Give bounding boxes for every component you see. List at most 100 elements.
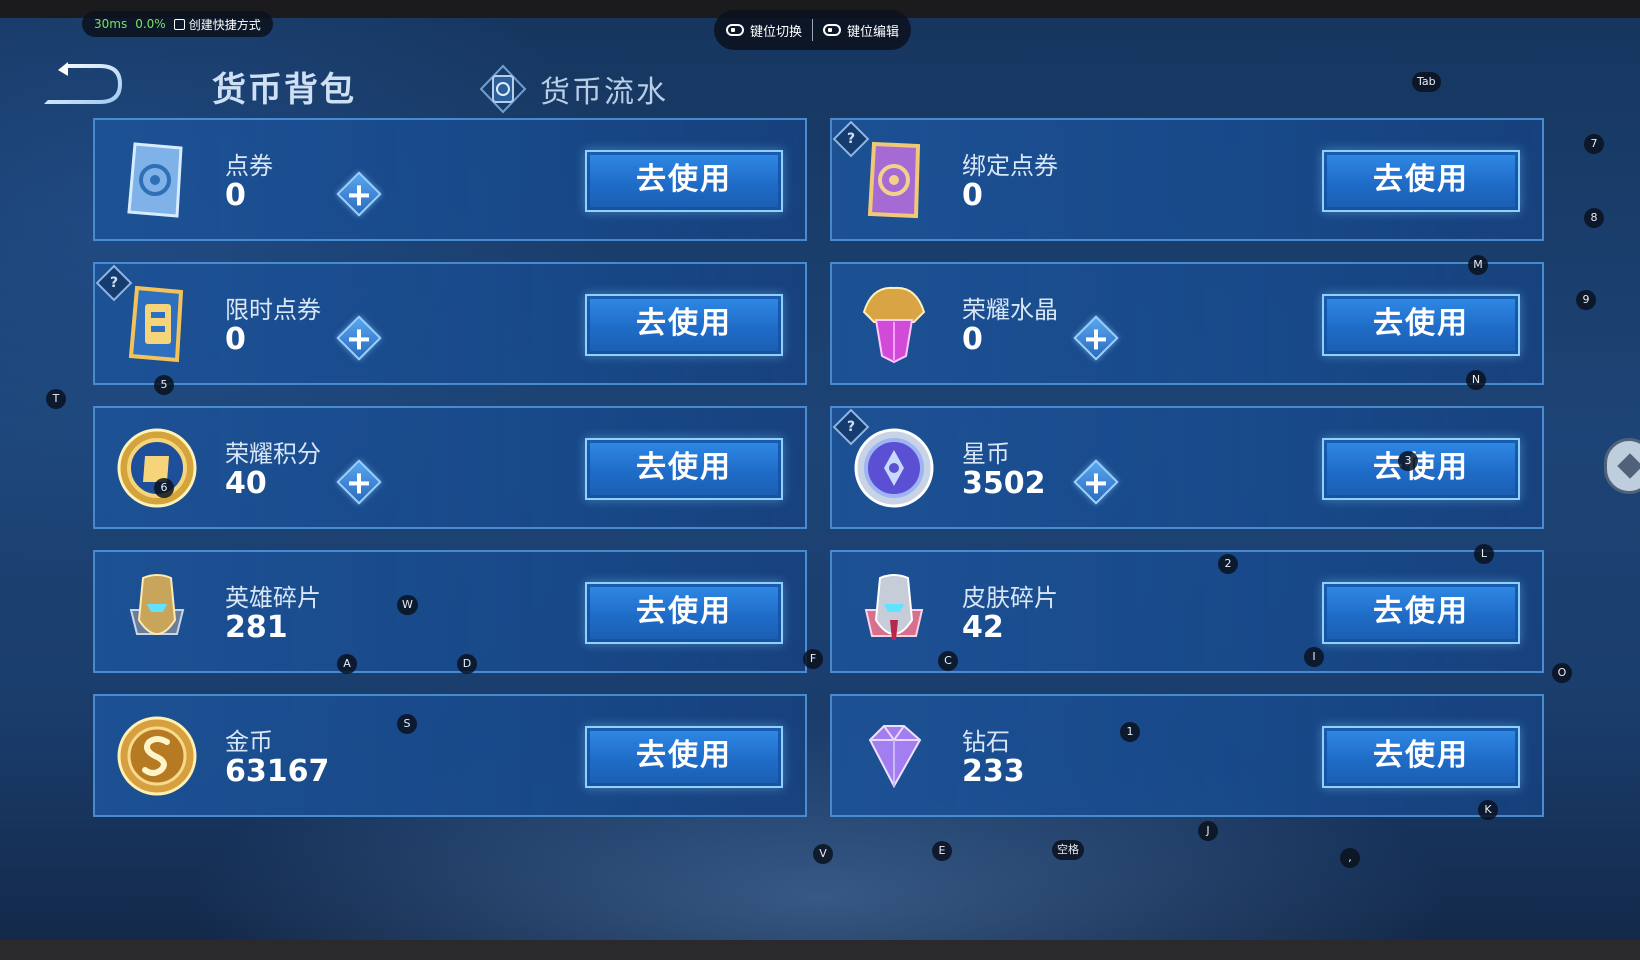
tab-currency-flow[interactable]: 货币流水	[478, 64, 668, 114]
currency-card-diamond: 钻石 233 去使用	[830, 694, 1544, 817]
key-badge-s[interactable]: S	[397, 714, 417, 734]
emulator-bottom-bar	[0, 940, 1640, 960]
key-switch-button[interactable]: 键位切换	[726, 21, 802, 40]
currency-value: 42	[962, 610, 1004, 645]
currency-card-gold-coin: 金币 63167 去使用	[93, 694, 807, 817]
add-limited-coupon-button[interactable]	[336, 315, 382, 361]
back-arrow-icon[interactable]	[40, 62, 124, 108]
key-badge-t[interactable]: T	[46, 389, 66, 409]
add-star-coin-button[interactable]	[1073, 459, 1119, 505]
use-bound-coupon-button[interactable]: 去使用	[1322, 150, 1520, 212]
use-hero-fragment-button[interactable]: 去使用	[585, 582, 783, 644]
key-badge-w[interactable]: W	[397, 595, 418, 615]
currency-card-hero-fragment: 英雄碎片 281 去使用	[93, 550, 807, 673]
currency-card-glory-crystal: 荣耀水晶 0 去使用	[830, 262, 1544, 385]
limited-coupon-icon	[128, 285, 184, 363]
tab-currency-flow-label: 货币流水	[540, 75, 668, 110]
key-badge-l[interactable]: L	[1474, 544, 1494, 564]
create-shortcut-button[interactable]: 创建快捷方式	[173, 16, 261, 33]
shortcut-icon	[173, 18, 185, 30]
key-switch-label: 键位切换	[750, 24, 803, 40]
currency-value: 233	[962, 754, 1025, 789]
currency-name: 荣耀积分	[225, 440, 321, 468]
use-diamond-button[interactable]: 去使用	[1322, 726, 1520, 788]
key-badge-7[interactable]: 7	[1584, 134, 1604, 154]
key-badge-n[interactable]: N	[1466, 370, 1486, 390]
use-coupon-button[interactable]: 去使用	[585, 150, 783, 212]
use-glory-points-button[interactable]: 去使用	[585, 438, 783, 500]
key-badge-8[interactable]: 8	[1584, 208, 1604, 228]
key-badge-f[interactable]: F	[803, 649, 823, 669]
key-badge-2[interactable]: 2	[1218, 554, 1238, 574]
key-badge-v[interactable]: V	[813, 844, 833, 864]
gamepad-icon	[823, 24, 842, 36]
game-screen: 货币背包 货币流水 点券 0 去使用 ? 绑定点券 0 去使用 ? 限时点券 0…	[0, 18, 1640, 940]
currency-value: 63167	[225, 754, 330, 789]
currency-card-skin-fragment: 皮肤碎片 42 去使用	[830, 550, 1544, 673]
key-badge-tab[interactable]: Tab	[1412, 72, 1441, 92]
key-badge-i[interactable]: I	[1304, 647, 1324, 667]
key-badge-c[interactable]: C	[938, 651, 958, 671]
currency-value: 0	[225, 178, 246, 213]
currency-name: 金币	[225, 728, 273, 756]
use-star-coin-button[interactable]: 去使用	[1322, 438, 1520, 500]
currency-name: 钻石	[962, 728, 1010, 756]
diamond-icon	[868, 725, 922, 789]
currency-name: 点券	[225, 152, 273, 180]
bound-coupon-icon	[867, 141, 921, 219]
add-glory-points-button[interactable]	[336, 459, 382, 505]
add-glory-crystal-button[interactable]	[1073, 315, 1119, 361]
gold-coin-icon	[117, 716, 197, 796]
key-badge-5[interactable]: 5	[154, 375, 174, 395]
glory-crystal-icon	[862, 286, 926, 364]
star-coin-icon	[854, 428, 934, 508]
gamepad-icon	[726, 24, 744, 36]
currency-value: 40	[225, 466, 267, 501]
glory-points-icon	[117, 428, 197, 508]
currency-card-limited-coupon: ? 限时点券 0 去使用	[93, 262, 807, 385]
currency-card-bound-coupon: ? 绑定点券 0 去使用	[830, 118, 1544, 241]
currency-value: 0	[225, 322, 246, 357]
currency-name: 荣耀水晶	[962, 296, 1058, 324]
currency-name: 英雄碎片	[225, 584, 321, 612]
use-limited-coupon-button[interactable]: 去使用	[585, 294, 783, 356]
currency-value: 0	[962, 322, 983, 357]
create-shortcut-label: 创建快捷方式	[188, 17, 261, 32]
key-badge-m[interactable]: M	[1468, 255, 1488, 275]
toolbar-divider	[812, 19, 814, 41]
key-badge-e[interactable]: E	[932, 841, 952, 861]
keymap-toolbar: 键位切换 键位编辑	[714, 10, 912, 50]
key-badge-space[interactable]: 空格	[1052, 840, 1084, 860]
currency-value: 3502	[962, 466, 1046, 501]
key-badge-o[interactable]: O	[1552, 663, 1572, 683]
key-badge-9[interactable]: 9	[1576, 290, 1596, 310]
key-badge-j[interactable]: J	[1198, 821, 1218, 841]
add-coupon-button[interactable]	[336, 171, 382, 217]
key-badge-k[interactable]: K	[1478, 800, 1498, 820]
key-edit-label: 键位编辑	[847, 24, 900, 40]
currency-name: 绑定点券	[962, 152, 1058, 180]
use-skin-fragment-button[interactable]: 去使用	[1322, 582, 1520, 644]
currency-card-star-coin: ? 星币 3502 去使用	[830, 406, 1544, 529]
key-badge-a[interactable]: A	[337, 654, 357, 674]
latency-readout: 30ms	[94, 17, 128, 31]
performance-overlay: 30ms 0.0% 创建快捷方式	[82, 11, 273, 37]
currency-flow-icon	[479, 64, 527, 114]
key-badge-3[interactable]: 3	[1398, 451, 1418, 471]
packet-loss-readout: 0.0%	[135, 17, 166, 31]
key-edit-button[interactable]: 键位编辑	[823, 21, 899, 40]
skin-fragment-icon	[864, 574, 924, 640]
side-drawer-handle[interactable]	[1604, 438, 1640, 494]
key-badge-1[interactable]: 1	[1120, 722, 1140, 742]
key-badge-6[interactable]: 6	[154, 478, 174, 498]
coupon-icon	[127, 142, 183, 218]
hero-fragment-icon	[129, 574, 185, 635]
key-badge-d[interactable]: D	[457, 654, 477, 674]
key-badge-comma[interactable]: ,	[1340, 848, 1360, 868]
currency-value: 0	[962, 178, 983, 213]
use-gold-coin-button[interactable]: 去使用	[585, 726, 783, 788]
currency-name: 皮肤碎片	[962, 584, 1058, 612]
use-glory-crystal-button[interactable]: 去使用	[1322, 294, 1520, 356]
currency-card-coupon: 点券 0 去使用	[93, 118, 807, 241]
page-title: 货币背包	[212, 70, 356, 110]
